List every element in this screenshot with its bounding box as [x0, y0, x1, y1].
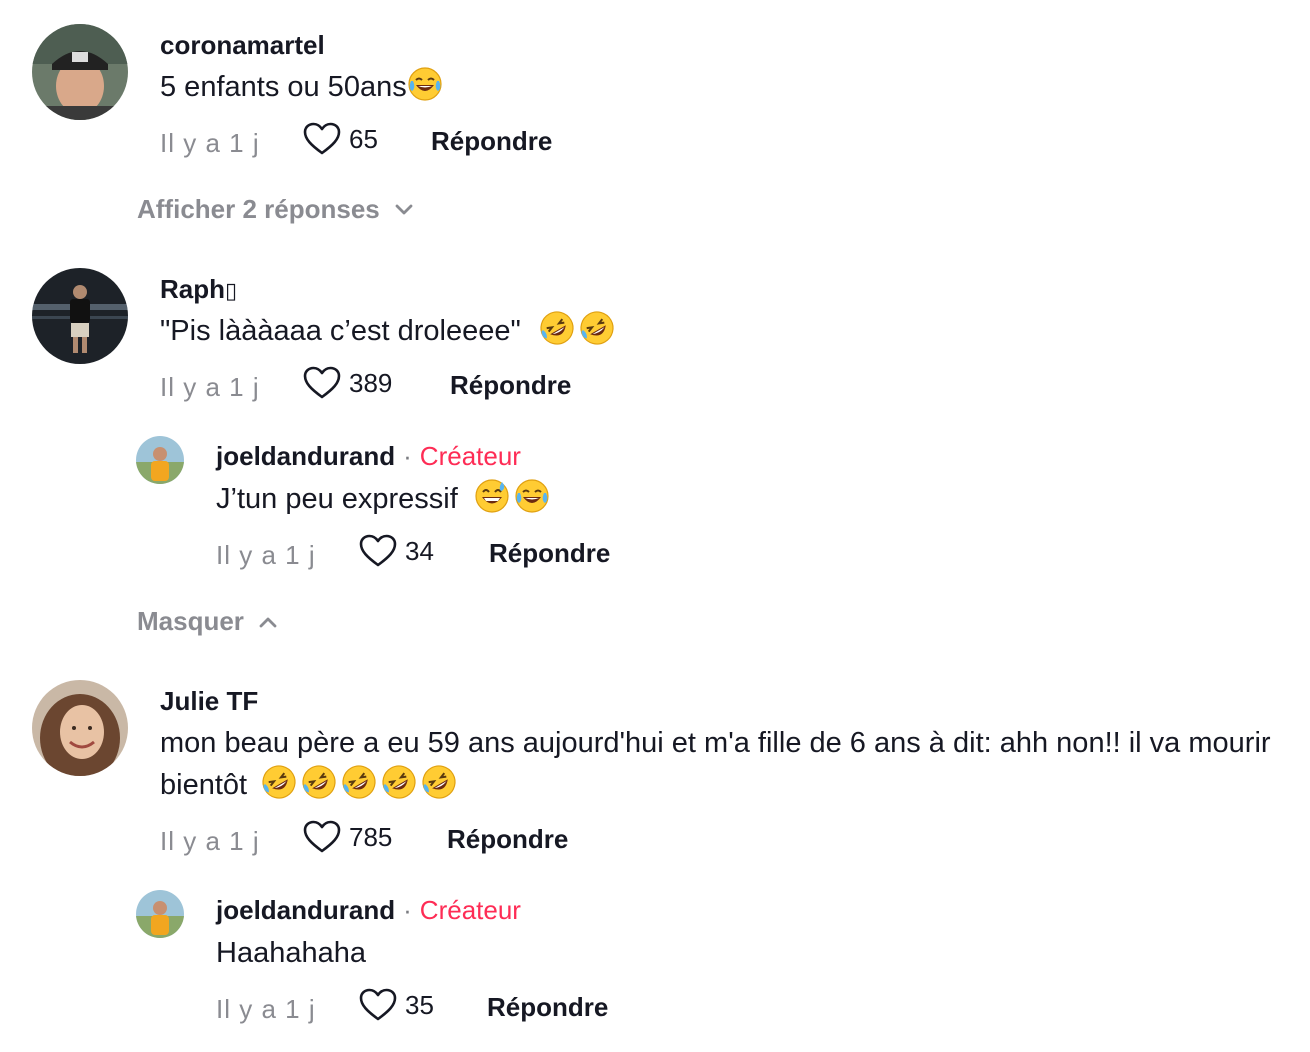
reply-button[interactable]: Répondre [447, 824, 568, 855]
hide-replies-label: Masquer [137, 606, 244, 636]
show-replies-button[interactable]: Afficher 2 réponses [137, 194, 414, 225]
chevron-down-icon [394, 203, 414, 217]
avatar[interactable] [136, 436, 184, 484]
comment-text: "Pis làààaaa c’est droleeee" [160, 310, 619, 352]
like-button[interactable]: 785 [303, 820, 392, 854]
face-with-tears-of-joy-emoji [407, 66, 443, 102]
chevron-up-icon [258, 615, 278, 629]
rolling-on-floor-laughing-emoji [261, 764, 297, 800]
comment-text: mon beau père a eu 59 ans aujourd'hui et… [160, 722, 1295, 806]
reply-text: J’tun peu expressif [216, 478, 554, 520]
avatar[interactable] [136, 890, 184, 938]
hide-replies-button[interactable]: Masquer [137, 606, 278, 637]
heart-outline-icon [359, 988, 397, 1022]
reply-button[interactable]: Répondre [489, 538, 610, 569]
reply-button[interactable]: Répondre [487, 992, 608, 1023]
rolling-on-floor-laughing-emoji [341, 764, 377, 800]
reply-username-text: joeldandurand [216, 441, 396, 471]
reply-button[interactable]: Répondre [450, 370, 571, 401]
missing-glyph: ▯ [225, 278, 238, 303]
grinning-face-with-sweat-emoji [474, 478, 510, 514]
avatar[interactable] [32, 24, 128, 120]
separator: · [403, 895, 412, 925]
comment-username[interactable]: coronamartel [160, 29, 325, 61]
separator: · [403, 441, 412, 471]
rolling-on-floor-laughing-emoji [579, 310, 615, 346]
reply-text: Haahahaha [216, 937, 366, 969]
comment-username[interactable]: Julie TF [160, 685, 258, 717]
comment-username-text: Raph [160, 274, 225, 304]
rolling-on-floor-laughing-emoji [301, 764, 337, 800]
comment-text-content: 5 enfants ou 50ans [160, 71, 407, 103]
heart-outline-icon [303, 366, 341, 400]
reply-username[interactable]: joeldandurand · Créateur [216, 894, 521, 926]
like-count: 389 [349, 367, 393, 398]
show-replies-label: Afficher 2 réponses [137, 194, 380, 224]
heart-outline-icon [303, 122, 341, 156]
like-button[interactable]: 35 [359, 988, 434, 1022]
reply-text-content: J’tun peu expressif [216, 483, 458, 515]
like-count: 65 [349, 123, 378, 154]
reply-username[interactable]: joeldandurand · Créateur [216, 440, 521, 472]
heart-outline-icon [359, 534, 397, 568]
like-count: 35 [405, 989, 434, 1020]
rolling-on-floor-laughing-emoji [539, 310, 575, 346]
like-count: 34 [405, 535, 434, 566]
avatar[interactable] [32, 680, 128, 776]
like-count: 785 [349, 821, 393, 852]
face-with-tears-of-joy-emoji [514, 478, 550, 514]
like-button[interactable]: 389 [303, 366, 392, 400]
like-button[interactable]: 65 [303, 122, 378, 156]
comment-time: Il y a 1 j [160, 372, 260, 402]
creator-badge: Créateur [419, 895, 521, 925]
comment-time: Il y a 1 j [160, 128, 260, 158]
comment-text-content: "Pis làààaaa c’est droleeee" [160, 315, 521, 347]
reply-button[interactable]: Répondre [431, 126, 552, 157]
comment-time: Il y a 1 j [160, 826, 260, 856]
rolling-on-floor-laughing-emoji [421, 764, 457, 800]
comment-username[interactable]: Raph▯ [160, 273, 237, 307]
rolling-on-floor-laughing-emoji [381, 764, 417, 800]
like-button[interactable]: 34 [359, 534, 434, 568]
creator-badge: Créateur [419, 441, 521, 471]
heart-outline-icon [303, 820, 341, 854]
comment-text: 5 enfants ou 50ans [160, 66, 447, 108]
reply-time: Il y a 1 j [216, 540, 316, 570]
avatar[interactable] [32, 268, 128, 364]
reply-username-text: joeldandurand [216, 895, 396, 925]
reply-time: Il y a 1 j [216, 994, 316, 1024]
